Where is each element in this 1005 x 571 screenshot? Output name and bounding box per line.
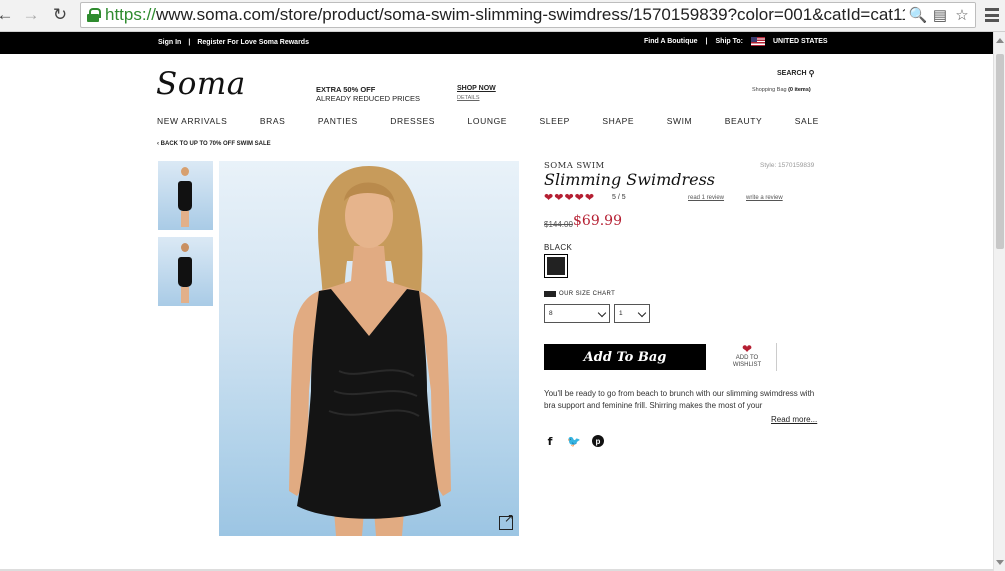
ship-to-label: Ship To: bbox=[715, 38, 743, 45]
quantity-value: 1 bbox=[619, 310, 623, 317]
lock-icon bbox=[87, 8, 101, 22]
social-share: f 🐦 p bbox=[544, 435, 604, 448]
separator: | bbox=[705, 38, 708, 45]
main-navigation: NEW ARRIVALS BRAS PANTIES DRESSES LOUNGE… bbox=[157, 116, 819, 126]
nav-item-beauty[interactable]: BEAUTY bbox=[725, 116, 763, 126]
address-bar[interactable]: https://www.soma.com/store/product/soma-… bbox=[80, 2, 976, 28]
nav-item-sleep[interactable]: SLEEP bbox=[540, 116, 570, 126]
ruler-icon bbox=[544, 291, 556, 297]
forward-icon[interactable]: → bbox=[20, 4, 42, 26]
sale-price: $69.99 bbox=[573, 213, 622, 229]
nav-item-lounge[interactable]: LOUNGE bbox=[468, 116, 508, 126]
page-scrollbar[interactable] bbox=[993, 32, 1005, 571]
scroll-up-icon[interactable] bbox=[996, 38, 1004, 43]
rating-hearts: ❤ ❤ ❤ ❤ ❤ bbox=[544, 193, 594, 204]
read-more-link[interactable]: Read more... bbox=[771, 415, 817, 424]
nav-item-dresses[interactable]: DRESSES bbox=[390, 116, 435, 126]
facebook-icon[interactable]: f bbox=[544, 435, 556, 448]
find-boutique-link[interactable]: Find A Boutique bbox=[644, 38, 698, 45]
sign-in-link[interactable]: Sign In bbox=[158, 39, 181, 46]
chevron-down-icon bbox=[637, 308, 647, 318]
heart-icon: ❤ bbox=[564, 192, 574, 204]
translate-icon[interactable]: ▤ bbox=[931, 6, 949, 24]
nav-item-new-arrivals[interactable]: NEW ARRIVALS bbox=[157, 116, 227, 126]
original-price: $144.00 bbox=[544, 220, 573, 229]
promo-headline: EXTRA 50% OFF bbox=[316, 85, 376, 94]
search-icon: ⚲ bbox=[808, 69, 815, 78]
utility-bar: Sign In | Register For Love Soma Rewards… bbox=[0, 32, 993, 54]
heart-icon: ❤ bbox=[554, 192, 564, 204]
search-label: SEARCH bbox=[777, 70, 807, 77]
write-review-link[interactable]: write a review bbox=[746, 195, 783, 201]
rating-score: 5 / 5 bbox=[612, 194, 626, 201]
nav-item-swim[interactable]: SWIM bbox=[667, 116, 693, 126]
product-thumbnail-front[interactable] bbox=[158, 161, 213, 230]
product-thumbnail-back[interactable] bbox=[158, 237, 213, 306]
model-illustration bbox=[289, 166, 451, 536]
expand-icon[interactable] bbox=[499, 511, 514, 530]
nav-item-shape[interactable]: SHAPE bbox=[602, 116, 634, 126]
size-chart-link[interactable]: OUR SIZE CHART bbox=[544, 291, 615, 297]
shopping-bag-link[interactable]: Shopping Bag (0 items) bbox=[752, 87, 811, 93]
chevron-down-icon bbox=[597, 308, 607, 318]
search-button[interactable]: SEARCH ⚲ bbox=[777, 69, 814, 78]
read-review-link[interactable]: read 1 review bbox=[688, 195, 724, 201]
divider bbox=[776, 343, 777, 371]
twitter-icon[interactable]: 🐦 bbox=[567, 435, 581, 448]
product-title: Slimming Swimdress bbox=[544, 170, 716, 189]
country-link[interactable]: UNITED STATES bbox=[773, 38, 828, 45]
soma-logo[interactable]: Soma bbox=[156, 66, 246, 102]
bag-count: (0 items) bbox=[788, 87, 811, 93]
menu-icon[interactable] bbox=[983, 6, 1001, 24]
separator: | bbox=[188, 39, 191, 46]
star-icon[interactable]: ☆ bbox=[953, 6, 971, 24]
register-link[interactable]: Register For Love Soma Rewards bbox=[197, 39, 309, 46]
nav-item-sale[interactable]: SALE bbox=[795, 116, 819, 126]
back-to-sale-link[interactable]: ‹ BACK TO UP TO 70% OFF SWIM SALE bbox=[157, 141, 271, 147]
size-select[interactable]: 8 bbox=[544, 304, 610, 323]
shop-now-link[interactable]: SHOP NOW bbox=[457, 85, 496, 92]
heart-icon: ❤ bbox=[574, 192, 584, 204]
pinterest-icon[interactable]: p bbox=[592, 435, 604, 447]
add-to-wishlist-button[interactable]: ❤ ADD TO WISHLIST bbox=[727, 343, 767, 369]
scroll-down-icon[interactable] bbox=[996, 560, 1004, 565]
scroll-thumb[interactable] bbox=[996, 54, 1004, 249]
quantity-select[interactable]: 1 bbox=[614, 304, 650, 323]
bag-label: Shopping Bag bbox=[752, 87, 787, 93]
heart-icon: ❤ bbox=[741, 342, 753, 356]
promo-banner[interactable]: EXTRA 50% OFF ALREADY REDUCED PRICES bbox=[316, 85, 420, 103]
url-text: https://www.soma.com/store/product/soma-… bbox=[105, 5, 949, 24]
nav-item-panties[interactable]: PANTIES bbox=[318, 116, 358, 126]
product-main-image[interactable] bbox=[219, 161, 519, 536]
back-icon[interactable]: ← bbox=[0, 4, 16, 26]
heart-icon: ❤ bbox=[584, 192, 595, 204]
zoom-icon[interactable]: 🔍 bbox=[909, 6, 928, 24]
details-link[interactable]: DETAILS bbox=[457, 95, 480, 101]
wishlist-label-line2: WISHLIST bbox=[732, 362, 762, 368]
nav-item-bras[interactable]: BRAS bbox=[260, 116, 286, 126]
browser-toolbar: ← → ↻ https://www.soma.com/store/product… bbox=[0, 0, 1005, 32]
promo-subline: ALREADY REDUCED PRICES bbox=[316, 94, 421, 103]
us-flag-icon[interactable] bbox=[750, 37, 765, 46]
size-value: 8 bbox=[549, 310, 553, 317]
wishlist-label-line1: ADD TO bbox=[735, 355, 759, 361]
product-description: You'll be ready to go from beach to brun… bbox=[544, 389, 815, 410]
color-label: BLACK bbox=[544, 243, 573, 252]
product-style-number: Style: 1570159839 bbox=[760, 162, 815, 169]
heart-icon: ❤ bbox=[544, 192, 554, 204]
size-chart-label: OUR SIZE CHART bbox=[559, 291, 616, 297]
reload-icon[interactable]: ↻ bbox=[49, 4, 71, 26]
color-swatch-black[interactable] bbox=[544, 254, 568, 278]
add-to-bag-button[interactable]: Add To Bag bbox=[544, 344, 706, 370]
